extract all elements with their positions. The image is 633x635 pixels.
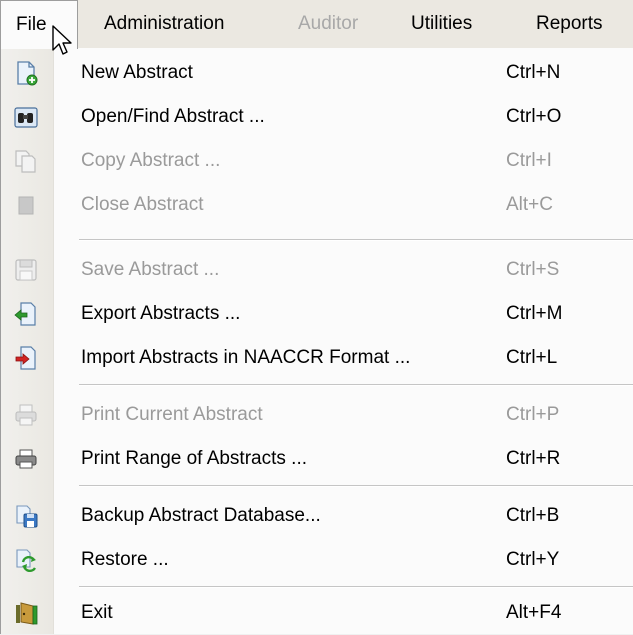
restore-icon bbox=[16, 549, 37, 573]
menu-item-label: Backup Abstract Database... bbox=[81, 505, 321, 526]
mouse-pointer-icon bbox=[52, 25, 72, 55]
file-menu-dropdown: New Abstract Ctrl+N Open/Find Abstract .… bbox=[0, 48, 633, 634]
new-document-icon bbox=[17, 61, 38, 86]
menu-item-label: Print Current Abstract bbox=[81, 404, 263, 425]
menu-separator bbox=[79, 384, 633, 386]
menu-item-shortcut: Ctrl+L bbox=[506, 347, 558, 368]
menu-item-close-abstract[interactable]: Close Abstract Alt+C bbox=[1, 183, 633, 227]
menu-item-shortcut: Ctrl+Y bbox=[506, 549, 560, 570]
menu-item-exit[interactable]: Exit Alt+F4 bbox=[1, 591, 633, 635]
menu-item-restore[interactable]: Restore ... Ctrl+Y bbox=[1, 538, 633, 582]
menu-bar: File Administration Auditor Utilities Re… bbox=[0, 0, 633, 49]
export-icon bbox=[14, 302, 36, 326]
menu-item-label: Import Abstracts in NAACCR Format ... bbox=[81, 347, 411, 368]
menu-item-shortcut: Ctrl+P bbox=[506, 404, 560, 425]
menu-reports[interactable]: Reports bbox=[536, 0, 603, 48]
menu-item-copy-abstract[interactable]: Copy Abstract ... Ctrl+I bbox=[1, 139, 633, 183]
menu-item-shortcut: Ctrl+R bbox=[506, 448, 561, 469]
menu-item-label: Restore ... bbox=[81, 549, 169, 570]
menu-item-shortcut: Alt+C bbox=[506, 194, 553, 215]
menu-item-shortcut: Ctrl+N bbox=[506, 62, 561, 83]
menu-item-import-abstracts[interactable]: Import Abstracts in NAACCR Format ... Ct… bbox=[1, 336, 633, 380]
menu-utilities[interactable]: Utilities bbox=[411, 0, 472, 48]
menu-separator bbox=[79, 586, 633, 588]
menu-item-label: Close Abstract bbox=[81, 194, 204, 215]
binoculars-icon bbox=[14, 107, 38, 128]
print-icon bbox=[15, 404, 37, 426]
backup-icon bbox=[16, 505, 38, 528]
menu-item-open-find-abstract[interactable]: Open/Find Abstract ... Ctrl+O bbox=[1, 95, 633, 139]
menu-item-export-abstracts[interactable]: Export Abstracts ... Ctrl+M bbox=[1, 292, 633, 336]
menu-item-backup-database[interactable]: Backup Abstract Database... Ctrl+B bbox=[1, 494, 633, 538]
menu-item-label: Exit bbox=[81, 602, 113, 623]
menu-item-label: Print Range of Abstracts ... bbox=[81, 448, 307, 469]
import-icon bbox=[15, 346, 36, 370]
menu-item-shortcut: Ctrl+S bbox=[506, 259, 560, 280]
menu-item-new-abstract[interactable]: New Abstract Ctrl+N bbox=[1, 51, 633, 95]
menu-item-shortcut: Alt+F4 bbox=[506, 602, 562, 623]
menu-item-label: New Abstract bbox=[81, 62, 193, 83]
menu-item-label: Save Abstract ... bbox=[81, 259, 220, 280]
menu-item-label: Export Abstracts ... bbox=[81, 303, 241, 324]
save-icon bbox=[15, 259, 37, 281]
menu-item-label: Open/Find Abstract ... bbox=[81, 106, 265, 127]
menu-item-print-range[interactable]: Print Range of Abstracts ... Ctrl+R bbox=[1, 437, 633, 481]
menu-item-shortcut: Ctrl+M bbox=[506, 303, 563, 324]
menu-separator bbox=[79, 239, 633, 241]
menu-item-shortcut: Ctrl+B bbox=[506, 505, 560, 526]
exit-icon bbox=[16, 602, 38, 625]
menu-item-label: Copy Abstract ... bbox=[81, 150, 221, 171]
copy-icon bbox=[15, 150, 36, 173]
menu-item-shortcut: Ctrl+O bbox=[506, 106, 562, 127]
menu-item-print-current-abstract[interactable]: Print Current Abstract Ctrl+P bbox=[1, 393, 633, 437]
print-range-icon bbox=[15, 449, 37, 469]
close-document-icon bbox=[18, 196, 34, 215]
menu-administration[interactable]: Administration bbox=[104, 0, 224, 48]
menu-item-save-abstract[interactable]: Save Abstract ... Ctrl+S bbox=[1, 248, 633, 292]
menu-item-shortcut: Ctrl+I bbox=[506, 150, 552, 171]
menu-separator bbox=[79, 485, 633, 487]
menu-auditor[interactable]: Auditor bbox=[298, 0, 358, 48]
